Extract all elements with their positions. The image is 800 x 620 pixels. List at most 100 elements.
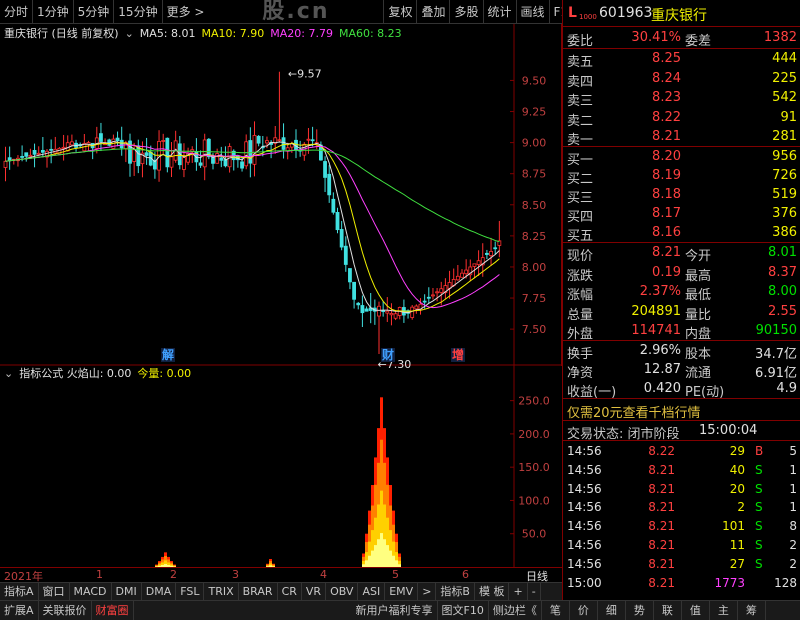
fund-label: 换手 [567, 347, 594, 362]
bid-price[interactable]: 8.20 [652, 149, 681, 164]
candle-body [202, 139, 207, 168]
indicator-tab[interactable]: OBV [326, 583, 359, 600]
flame-bar [374, 545, 377, 567]
ma-label: MA60: 8.23 [338, 26, 402, 40]
toolbar-tool-4[interactable]: 画线 [515, 0, 549, 24]
toolbar-period-3[interactable]: 15分钟 [113, 0, 161, 24]
tick-side: S [755, 481, 763, 496]
ask-price[interactable]: 8.24 [652, 71, 681, 86]
fund-value: 4.9 [776, 381, 797, 396]
tick-row: 14:56 8.21 40 S 1 [563, 461, 800, 479]
tick-price: 8.21 [648, 556, 675, 571]
date-label: 3 [232, 568, 239, 581]
indicator-tab[interactable]: EMV [385, 583, 419, 600]
sub-y-tick-label: 150.0 [518, 461, 550, 474]
tick-time: 14:56 [567, 462, 602, 477]
fund-value: 34.7亿 [755, 347, 797, 362]
bottom-tab[interactable]: 新用户福利专享 [352, 601, 438, 620]
indicator-tab[interactable]: - [528, 583, 541, 600]
kline-chart[interactable]: 9.50 9.25 9.00 8.75 8.50 8.25 8.00 7.75 7.50 ←9.5… [0, 24, 562, 568]
ask-price[interactable]: 8.21 [652, 129, 681, 144]
toolbar-tool-2[interactable]: 多股 [449, 0, 482, 24]
candle-body [343, 245, 348, 265]
tick-time: 14:56 [567, 444, 602, 458]
bid-price[interactable]: 8.19 [652, 168, 681, 183]
ask-price[interactable]: 8.25 [652, 51, 681, 66]
ask-volume: 91 [780, 109, 797, 125]
bid-price[interactable]: 8.16 [652, 225, 681, 240]
date-label: 4 [320, 568, 327, 581]
toolbar-tool-0[interactable]: 复权 [383, 0, 416, 24]
bottom-tab[interactable]: 价 [570, 601, 598, 620]
indicator-tab[interactable]: DMA [142, 583, 177, 600]
candle-body [119, 139, 124, 149]
indicator-tab[interactable]: 窗口 [39, 583, 70, 600]
bottom-tab[interactable]: 主 [710, 601, 738, 620]
toolbar-period-1[interactable]: 1分钟 [32, 0, 73, 24]
indicator-tab[interactable]: 指标A [0, 583, 39, 600]
bottom-tab[interactable]: 扩展A [0, 601, 39, 620]
bottom-tab[interactable]: 关联报价 [39, 601, 92, 620]
kline-chart-svg[interactable]: 9.50 9.25 9.00 8.75 8.50 8.25 8.00 7.75 7.50 ←9.5… [0, 24, 562, 568]
indicator-tab[interactable]: 指标B [436, 583, 475, 600]
indicator-tab[interactable]: DMI [112, 583, 142, 600]
candle-body [265, 140, 269, 144]
bottom-tab[interactable]: 财富圈 [92, 601, 134, 620]
event-marker[interactable]: 财 [381, 347, 394, 362]
indicator-tab[interactable]: > [418, 583, 437, 600]
bottom-tab[interactable]: 联 [654, 601, 682, 620]
indicator-tab[interactable]: + [509, 583, 528, 600]
y-tick-label: 8.00 [522, 261, 547, 274]
tick-side: S [755, 538, 763, 552]
bid-label: 买二 [567, 172, 594, 187]
bottom-tab[interactable]: 值 [682, 601, 710, 620]
candle-body [240, 161, 244, 169]
flame-bar [368, 555, 371, 567]
toolbar-period-2[interactable]: 5分钟 [72, 0, 114, 24]
quote-row: 换手 2.96% 股本 34.7亿 [563, 342, 800, 362]
bottom-tab[interactable]: 侧边栏《 [489, 601, 542, 620]
indicator-header: ⌄ 指标公式 火焰山: 0.00 今量: 0.00 [4, 365, 191, 381]
tick-time: 14:56 [567, 556, 602, 571]
tick-count: 1 [789, 481, 797, 496]
candle-body [431, 294, 435, 297]
ask-price[interactable]: 8.23 [652, 90, 681, 105]
toolbar-period-0[interactable]: 分时 [0, 0, 32, 24]
bottom-tab[interactable]: 势 [626, 601, 654, 620]
event-marker[interactable]: 增 [452, 347, 464, 362]
bid-price[interactable]: 8.18 [652, 187, 681, 202]
ask-price[interactable]: 8.22 [652, 110, 681, 125]
bottom-tab[interactable]: 图文F10 [438, 601, 489, 620]
indicator-tab[interactable]: CR [278, 583, 302, 600]
bottom-tab[interactable]: 筹 [738, 601, 766, 620]
watermark: 股.cn [262, 0, 330, 24]
candle-body [426, 296, 431, 299]
bottom-tab[interactable]: 细 [598, 601, 626, 620]
indicator-tab[interactable]: TRIX [204, 583, 239, 600]
quote-label: 量比 [685, 307, 712, 323]
chevron-down-icon[interactable]: ⌄ [125, 27, 134, 40]
bid-price[interactable]: 8.17 [652, 206, 681, 221]
candle-body [352, 281, 357, 300]
toolbar-period-4[interactable]: 更多 > [161, 0, 209, 24]
fund-label: 流通 [685, 366, 712, 381]
chevron-down-icon[interactable]: ⌄ [4, 367, 13, 380]
quote-label: 今开 [685, 249, 712, 264]
indicator-tab[interactable]: VR [302, 583, 327, 600]
toolbar-tool-1[interactable]: 叠加 [416, 0, 449, 24]
tick-row: 14:56 8.21 27 S 2 [563, 555, 800, 573]
bottom-tab[interactable]: 笔 [542, 601, 570, 620]
quote-label: 最高 [685, 268, 712, 284]
sub-y-tick-label: 250.0 [518, 395, 550, 408]
ask-volume: 281 [772, 129, 797, 144]
event-marker[interactable]: 解 [162, 347, 174, 362]
promo-link[interactable]: 仅需20元查看千档行情 [567, 402, 701, 421]
candle-body [136, 145, 141, 167]
indicator-tab[interactable]: FSL [176, 583, 205, 600]
indicator-tab[interactable]: ASI [358, 583, 386, 600]
indicator-tab[interactable]: BRAR [239, 583, 278, 600]
indicator-tab[interactable]: 模 板 [475, 583, 510, 600]
ask-volume: 542 [772, 90, 797, 105]
toolbar-tool-3[interactable]: 统计 [482, 0, 516, 24]
indicator-tab[interactable]: MACD [70, 583, 112, 600]
